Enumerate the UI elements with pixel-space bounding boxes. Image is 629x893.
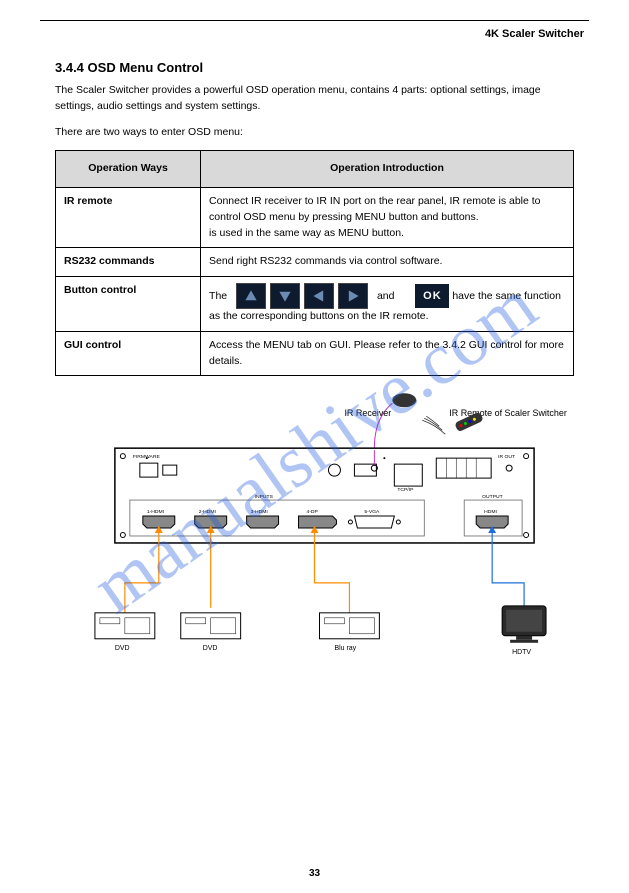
left-arrow-icon: [304, 283, 334, 309]
svg-text:INPUTS: INPUTS: [255, 494, 274, 500]
ok-button-icon: OK: [415, 284, 449, 308]
table-header-intro: Operation Introduction: [201, 151, 574, 188]
button-control-label: Button control: [56, 277, 201, 332]
svg-text:HDMI: HDMI: [484, 509, 497, 515]
bluray-device: Blu ray: [319, 613, 379, 652]
svg-text:5-VGA: 5-VGA: [364, 509, 380, 515]
svg-text:TCP/IP: TCP/IP: [397, 487, 414, 493]
ir-receiver-label: IR Receiver: [344, 408, 391, 418]
hdtv-display: HDTV: [502, 606, 546, 656]
table-row: IR remote Connect IR receiver to IR IN p…: [56, 188, 574, 248]
intro-paragraph-2: There are two ways to enter OSD menu:: [55, 125, 574, 141]
right-arrow-icon: [338, 283, 368, 309]
up-arrow-icon: [236, 283, 266, 309]
table-header-row: Operation Ways Operation Introduction: [56, 151, 574, 188]
svg-text:IR OUT: IR OUT: [498, 454, 515, 460]
svg-text:Blu ray: Blu ray: [334, 645, 356, 652]
table-header-ways: Operation Ways: [56, 151, 201, 188]
section-heading: 3.4.4 OSD Menu Control: [55, 60, 574, 75]
dvd-device-1: DVD: [95, 613, 155, 652]
main-content: 3.4.4 OSD Menu Control The Scaler Switch…: [55, 60, 574, 668]
svg-text:HDTV: HDTV: [512, 649, 531, 656]
rs232-desc: Send right RS232 commands via control so…: [201, 248, 574, 277]
table-row: GUI control Access the MENU tab on GUI. …: [56, 331, 574, 376]
page-number: 33: [309, 868, 320, 879]
ir-remote-desc: Connect IR receiver to IR IN port on the…: [201, 188, 574, 248]
gui-control-label: GUI control: [56, 331, 201, 376]
ir-remote-label: IR remote: [56, 188, 201, 248]
svg-text:4-DP: 4-DP: [307, 509, 319, 515]
ir-remote-label: IR Remote of Scaler Switcher: [449, 408, 567, 418]
table-row: RS232 commands Send right RS232 commands…: [56, 248, 574, 277]
nav-buttons-group: [236, 283, 368, 309]
svg-text:DVD: DVD: [115, 645, 130, 652]
section-number: 3.4.4: [55, 60, 84, 75]
svg-text:OUTPUT: OUTPUT: [482, 494, 503, 500]
svg-text:3-HDMI: 3-HDMI: [251, 509, 268, 515]
gui-control-desc: Access the MENU tab on GUI. Please refer…: [201, 331, 574, 376]
svg-text:2-HDMI: 2-HDMI: [199, 509, 216, 515]
rs232-label: RS232 commands: [56, 248, 201, 277]
svg-text:FIRMWARE: FIRMWARE: [133, 454, 161, 460]
table-row: Button control The and OK have the same …: [56, 277, 574, 332]
intro-paragraph-1: The Scaler Switcher provides a powerful …: [55, 83, 574, 115]
svg-text:1-HDMI: 1-HDMI: [147, 509, 164, 515]
svg-text:DVD: DVD: [203, 645, 218, 652]
header-title: 4K Scaler Switcher: [485, 28, 584, 40]
control-table: Operation Ways Operation Introduction IR…: [55, 150, 574, 376]
dvd-device-2: DVD: [181, 613, 241, 652]
button-control-desc: The and OK have the same function as the…: [201, 277, 574, 332]
section-title: OSD Menu Control: [88, 60, 204, 75]
down-arrow-icon: [270, 283, 300, 309]
connection-diagram: IR Receiver IR Remote of Scaler Switcher: [55, 388, 574, 668]
